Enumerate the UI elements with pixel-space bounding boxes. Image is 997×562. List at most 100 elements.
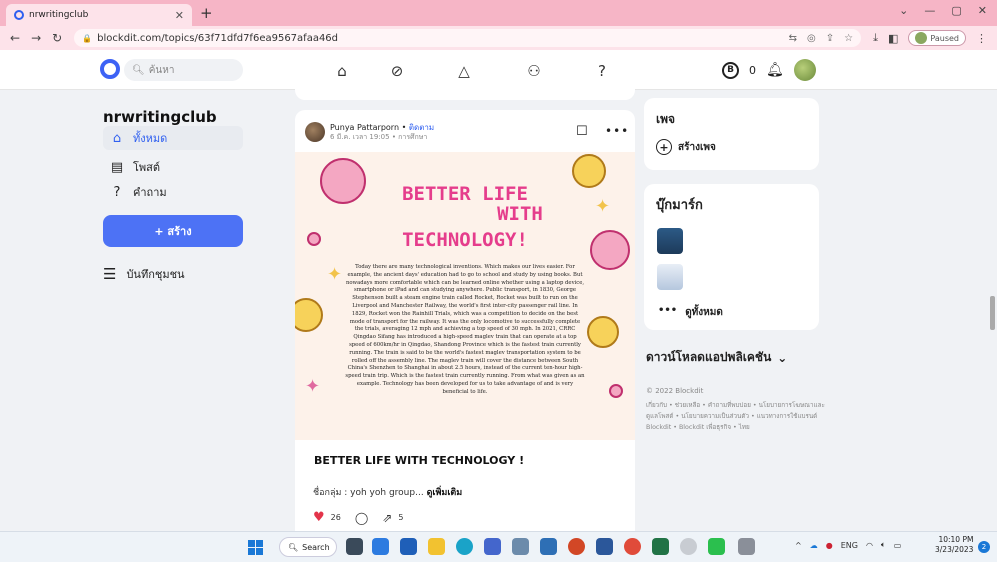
home-icon: ⌂ [112, 130, 122, 146]
post-icon: ▤ [110, 159, 124, 175]
image-title-line-2: WITH [497, 203, 543, 225]
list-icon: ☰ [103, 265, 117, 283]
community-notes-link[interactable]: ☰ บันทึกชุมชน [103, 265, 185, 283]
app-icon[interactable] [738, 538, 755, 555]
blockdit-logo[interactable] [100, 59, 120, 79]
community-icon[interactable]: ⚇ [523, 60, 545, 82]
sidepanel-icon[interactable]: ◧ [888, 32, 898, 45]
app-icon[interactable] [512, 538, 529, 555]
notes-label: บันทึกชุมชน [126, 268, 185, 281]
post-meta: 6 มี.ค. เวลา 19:05 • การศึกษา [330, 133, 428, 141]
battery-icon[interactable]: ▭ [894, 541, 902, 550]
bookmark-thumbnail[interactable] [657, 228, 683, 254]
minimize-icon[interactable]: — [924, 4, 935, 17]
tray-app-icon[interactable]: ● [826, 541, 833, 550]
post-image[interactable]: ✦ ✦ ✦ BETTER LIFE WITH TECHNOLOGY! Today… [295, 152, 635, 440]
bookmark-thumbnail[interactable] [657, 264, 683, 290]
see-all-label: ดูทั้งหมด [685, 307, 723, 318]
download-icon[interactable]: ⤓ [873, 31, 878, 45]
author-name[interactable]: Punya Pattarporn [330, 123, 399, 132]
clock[interactable]: 10:10 PM 3/23/2023 [935, 535, 973, 555]
create-page-button[interactable]: + สร้างเพจ [656, 139, 716, 155]
close-window-icon[interactable]: ✕ [978, 4, 987, 17]
cloud-icon[interactable]: ☁ [810, 541, 818, 550]
menu-icon[interactable]: ⋮ [976, 32, 987, 45]
translate-icon[interactable]: ⇆ [789, 33, 797, 44]
home-icon[interactable]: ⌂ [331, 60, 353, 82]
sidebar-item-posts[interactable]: ▤ โพสต์ [103, 155, 243, 179]
bell-icon[interactable]: 🔔︎ [766, 62, 784, 78]
edge-icon[interactable] [456, 538, 473, 555]
chevron-up-icon[interactable]: ^ [795, 541, 802, 550]
question-icon[interactable]: ? [591, 60, 613, 82]
search-icon: 🔍︎ [288, 542, 299, 552]
chevron-down-icon: ⌄ [777, 350, 788, 365]
see-all-bookmarks[interactable]: ••• ดูทั้งหมด [658, 305, 723, 320]
wifi-icon[interactable]: ◠ [866, 541, 873, 550]
download-app-link[interactable]: ดาวน์โหลดแอปพลิเคชัน ⌄ [646, 348, 787, 367]
coin-icon[interactable]: B [722, 61, 739, 79]
see-more-link[interactable]: ดูเพิ่มเติม [427, 488, 463, 498]
search-input[interactable]: 🔍︎ ค้นหา [124, 59, 243, 81]
more-options-icon[interactable]: ••• [605, 124, 629, 138]
forward-icon[interactable]: → [31, 31, 41, 45]
notification-badge[interactable]: 2 [978, 541, 990, 553]
zoom-app-icon[interactable] [372, 538, 389, 555]
footer-links[interactable]: เกี่ยวกับ • ช่วยเหลือ • คำถามที่พบบ่อย •… [646, 400, 826, 433]
header-right: B 0 🔔︎ [722, 59, 816, 81]
comment-icon[interactable]: ◯ [355, 511, 368, 525]
sidebar-item-questions[interactable]: ? คำถาม [103, 180, 243, 204]
powerpoint-icon[interactable] [568, 538, 585, 555]
author-avatar[interactable] [305, 122, 325, 142]
file-explorer-icon[interactable] [428, 538, 445, 555]
excel-icon[interactable] [652, 538, 669, 555]
chevron-down-icon[interactable]: ⌄ [899, 4, 908, 17]
sidebar-item-all[interactable]: ⌂ ทั้งหมด [103, 126, 243, 150]
post-title: BETTER LIFE WITH TECHNOLOGY ! [314, 454, 525, 467]
reload-icon[interactable]: ↻ [52, 31, 62, 45]
language-indicator[interactable]: ENG [841, 541, 858, 550]
calendar-icon[interactable] [540, 538, 557, 555]
copyright: © 2022 Blockdit [646, 387, 704, 395]
image-title-line-3: TECHNOLOGY! [402, 229, 528, 251]
trending-icon[interactable]: △ [453, 60, 475, 82]
close-tab-icon[interactable]: ✕ [175, 9, 184, 22]
back-icon[interactable]: ← [10, 31, 20, 45]
task-view-icon[interactable] [346, 538, 363, 555]
like-count: 26 [330, 513, 341, 522]
word-icon[interactable] [596, 538, 613, 555]
store-icon[interactable] [400, 538, 417, 555]
start-icon[interactable] [248, 540, 263, 555]
heart-icon[interactable]: ♥ [313, 510, 325, 525]
restore-icon[interactable]: ▢ [951, 4, 961, 17]
question-icon: ? [113, 184, 121, 200]
new-tab-icon[interactable]: + [200, 4, 213, 22]
url-text: blockdit.com/topics/63f71dfd7f6ea9567afa… [97, 32, 339, 44]
page-card [644, 98, 819, 170]
page-title: เพจ [656, 112, 676, 126]
chrome-icon[interactable] [624, 538, 641, 555]
share-icon[interactable]: ⇪ [826, 33, 834, 44]
club-name: nrwritingclub [103, 108, 217, 126]
volume-icon[interactable]: 🔈︎ [881, 540, 886, 550]
profile-avatar [915, 32, 928, 44]
browser-tab[interactable]: nrwritingclub ✕ [6, 4, 192, 26]
address-bar[interactable]: 🔒 blockdit.com/topics/63f71dfd7f6ea9567a… [74, 29, 862, 47]
zoom-icon[interactable]: ◎ [807, 33, 816, 44]
teams-icon[interactable] [484, 538, 501, 555]
line-icon[interactable] [708, 538, 725, 555]
app-icon[interactable] [680, 538, 697, 555]
taskbar-search[interactable]: 🔍︎ Search [279, 537, 337, 557]
explore-icon[interactable]: ⊘ [386, 60, 408, 82]
profile-button[interactable]: Paused [908, 30, 966, 46]
follow-button[interactable]: ติดตาม [409, 123, 434, 132]
star-icon[interactable]: ☆ [844, 33, 853, 44]
search-icon: 🔍︎ [132, 64, 145, 76]
share-icon[interactable]: ⇗ [382, 511, 392, 525]
group-text: ชื่อกลุ่ม : yoh yoh group... [313, 488, 424, 498]
create-button[interactable]: + สร้าง [103, 215, 243, 247]
scrollbar[interactable] [990, 296, 995, 330]
image-body-text: Today there are many technological inven… [345, 264, 585, 395]
user-avatar[interactable] [793, 59, 816, 81]
bookmark-icon[interactable]: ☐ [576, 124, 588, 139]
